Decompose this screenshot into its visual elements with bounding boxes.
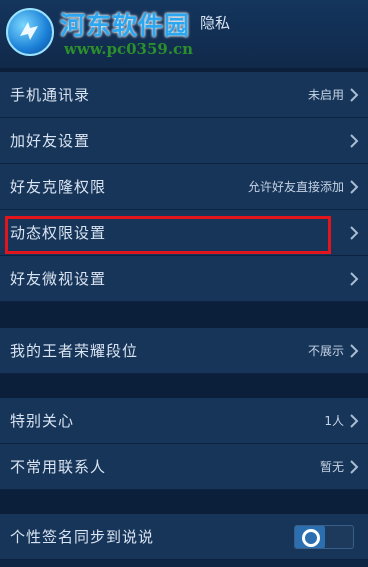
add-friend-row[interactable]: 加好友设置: [0, 118, 368, 164]
add-friend-label: 加好友设置: [10, 132, 91, 150]
toggle-knob-icon: [302, 529, 320, 547]
chevron-right-icon: [350, 272, 359, 286]
special-care-row[interactable]: 特别关心 1人: [0, 398, 368, 444]
special-care-label: 特别关心: [10, 412, 75, 430]
header-bar: 河东软件园 www.pc0359.cn 隐私: [0, 0, 368, 68]
page-title: 隐私: [200, 14, 231, 32]
special-care-value: 1人: [324, 414, 344, 428]
friend-clone-label: 好友克隆权限: [10, 178, 107, 196]
watermark-title: 河东软件园: [60, 11, 191, 40]
uncommon-contacts-value: 暂无: [319, 460, 344, 474]
contacts-row[interactable]: 手机通讯录 未启用: [0, 72, 368, 118]
friend-clone-row[interactable]: 好友克隆权限 允许好友直接添加: [0, 164, 368, 210]
toggle-knob-area: [295, 526, 325, 548]
section-gap: [0, 302, 368, 328]
chevron-right-icon: [350, 414, 359, 428]
chevron-right-icon: [350, 134, 359, 148]
chevron-right-icon: [350, 460, 359, 474]
rank-value: 不展示: [307, 344, 344, 358]
chevron-right-icon: [350, 344, 359, 358]
friend-weishi-row[interactable]: 好友微视设置: [0, 256, 368, 302]
rank-row[interactable]: 我的王者荣耀段位 不展示: [0, 328, 368, 374]
section-gap: [0, 374, 368, 398]
privacy-settings-screen: 河东软件园 www.pc0359.cn 隐私 手机通讯录 未启用 加好友设置 好…: [0, 0, 368, 567]
chevron-right-icon: [350, 226, 359, 240]
contacts-value: 未启用: [307, 88, 344, 102]
signature-sync-toggle[interactable]: [294, 525, 354, 549]
chevron-right-icon: [350, 180, 359, 194]
watermark-url: www.pc0359.cn: [64, 40, 194, 58]
uncommon-contacts-row[interactable]: 不常用联系人 暂无: [0, 444, 368, 490]
highlight-box: [5, 216, 331, 254]
signature-sync-label: 个性签名同步到说说: [10, 528, 155, 546]
watermark-logo-icon: [6, 8, 54, 56]
rank-label: 我的王者荣耀段位: [10, 342, 139, 360]
signature-sync-row: 个性签名同步到说说: [0, 514, 368, 560]
friend-weishi-label: 好友微视设置: [10, 270, 107, 288]
friend-clone-value: 允许好友直接添加: [247, 180, 344, 194]
uncommon-contacts-label: 不常用联系人: [10, 458, 107, 476]
contacts-label: 手机通讯录: [10, 86, 91, 104]
section-gap: [0, 490, 368, 514]
chevron-right-icon: [350, 88, 359, 102]
